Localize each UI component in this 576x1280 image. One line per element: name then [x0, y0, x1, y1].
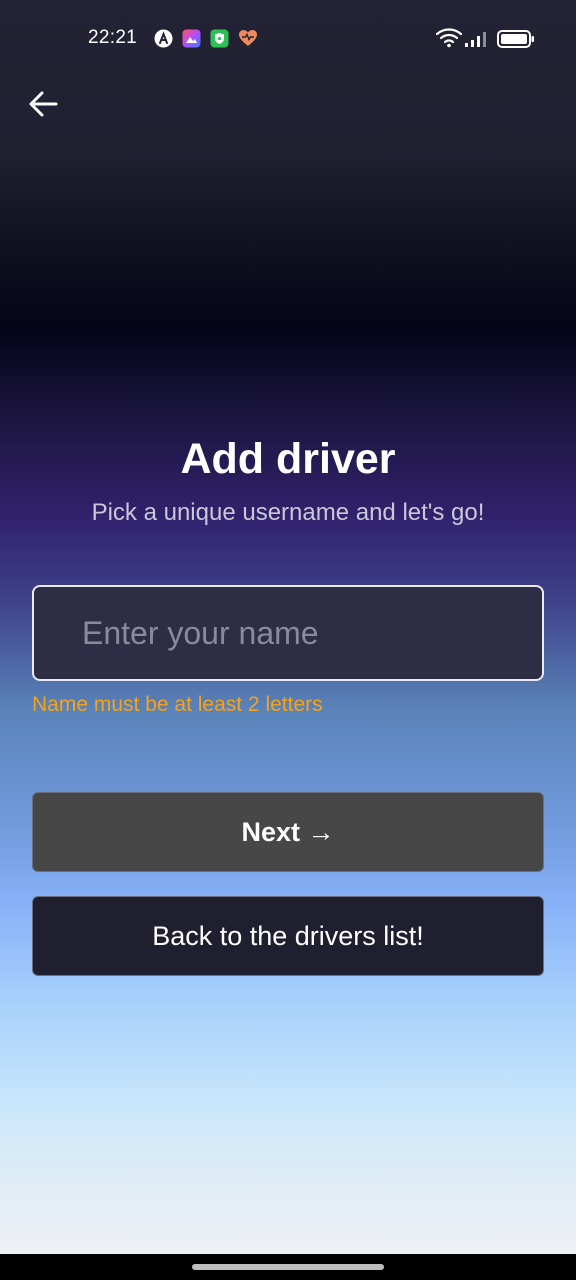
name-input[interactable]: [32, 585, 544, 681]
shield-app-icon: [210, 29, 229, 48]
status-bar: 22:21: [0, 0, 576, 76]
status-time: 22:21: [88, 27, 138, 48]
navigation-bar: [0, 1254, 576, 1280]
home-indicator[interactable]: [192, 1264, 384, 1270]
photo-app-icon: [182, 29, 201, 48]
wifi-icon: [435, 28, 463, 53]
back-to-drivers-list-label: Back to the drivers list!: [152, 920, 424, 951]
page-title: Add driver: [180, 435, 396, 483]
name-error-message: Name must be at least 2 letters: [32, 693, 323, 716]
next-button[interactable]: Next →: [32, 792, 544, 872]
arrow-left-icon: [29, 91, 58, 117]
app-a-icon: [154, 29, 173, 48]
back-button[interactable]: [24, 84, 68, 124]
signal-icon: [464, 30, 490, 53]
battery-icon: [497, 30, 535, 53]
page-subtitle: Pick a unique username and let's go!: [91, 499, 485, 526]
back-to-drivers-list-button[interactable]: Back to the drivers list!: [32, 896, 544, 976]
next-button-label: Next →: [241, 816, 335, 847]
heart-app-icon: [238, 29, 257, 47]
